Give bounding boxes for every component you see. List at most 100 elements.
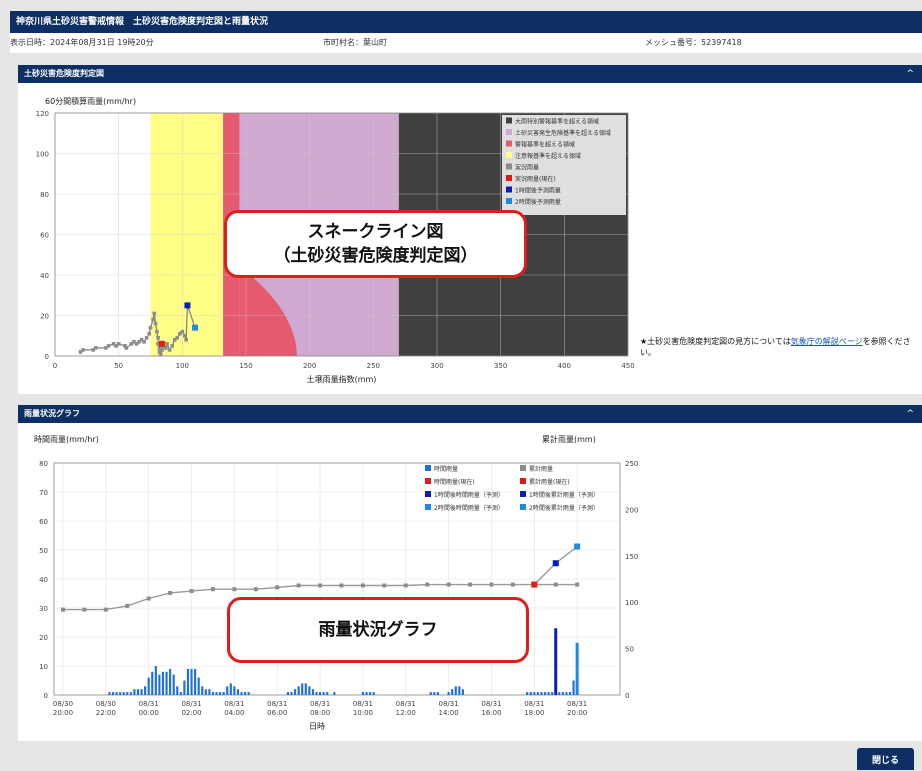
rain-section-header[interactable]: 雨量状況グラフ ^ bbox=[18, 405, 922, 423]
forecast-1h-point bbox=[184, 302, 191, 309]
forecast-1h-cumulative-point bbox=[552, 560, 559, 567]
cumulative-rain-point bbox=[189, 589, 194, 594]
legend-swatch bbox=[425, 478, 431, 484]
legend-label: 大雨特別警報基準を超える領域 bbox=[515, 118, 599, 126]
hourly-rain-bar bbox=[165, 671, 168, 695]
hourly-rain-bar bbox=[308, 686, 311, 695]
hourly-rain-bar bbox=[108, 692, 111, 695]
hourly-rain-bar bbox=[315, 692, 318, 695]
y-tick-label: 60 bbox=[39, 518, 48, 526]
hourly-rain-bar bbox=[144, 686, 147, 695]
legend-swatch bbox=[506, 152, 512, 158]
legend-swatch bbox=[506, 198, 512, 204]
cumulative-rain-point bbox=[318, 583, 323, 588]
hourly-rain-bar bbox=[244, 692, 247, 695]
x-tick-date: 08/31 bbox=[567, 700, 587, 708]
municipality: 市町村名：葉山町 bbox=[323, 38, 387, 47]
hourly-rain-bar bbox=[533, 692, 536, 695]
current-rain-point bbox=[158, 340, 165, 347]
y-axis-label: 60分間積算雨量(mm/hr) bbox=[45, 96, 136, 106]
x-tick-label: 300 bbox=[430, 362, 443, 370]
cumulative-rain-point bbox=[210, 587, 215, 592]
hourly-rain-bar bbox=[226, 686, 229, 695]
legend-label: 実況雨量(現在) bbox=[515, 175, 556, 183]
y-tick-label: 100 bbox=[36, 151, 49, 159]
observed-rain-point bbox=[152, 311, 157, 316]
rain-section-title: 雨量状況グラフ bbox=[24, 409, 80, 418]
close-button[interactable]: 閉じる bbox=[857, 748, 914, 770]
y2-tick-label: 0 bbox=[625, 692, 629, 700]
legend-label: 1時間後予測雨量 bbox=[515, 187, 561, 195]
legend-label: 実況雨量 bbox=[515, 164, 539, 172]
forecast-2h-point bbox=[192, 324, 199, 331]
observed-rain-point bbox=[158, 352, 163, 356]
hourly-rain-bar bbox=[179, 692, 182, 695]
legend-label: 時間雨量 bbox=[434, 465, 458, 473]
x-axis-label: 日時 bbox=[309, 722, 325, 731]
legend-label: 1時間後時間雨量（予測） bbox=[434, 491, 504, 499]
hourly-rain-bar bbox=[122, 692, 125, 695]
hourly-rain-bar bbox=[454, 686, 457, 695]
x-tick-label: 50 bbox=[114, 362, 123, 370]
note-text: ★土砂災害危険度判定図の見方については bbox=[640, 337, 791, 346]
hourly-rain-bar bbox=[311, 689, 315, 695]
x-tick-time: 08:00 bbox=[310, 709, 330, 717]
hourly-rain-bar bbox=[147, 677, 150, 695]
cumulative-rain-point bbox=[168, 590, 173, 595]
hourly-rain-bar bbox=[229, 683, 232, 695]
legend-swatch bbox=[520, 491, 526, 497]
hourly-rain-bar bbox=[301, 683, 304, 695]
observed-rain-point bbox=[151, 317, 155, 322]
hourly-rain-bar bbox=[561, 692, 564, 695]
legend-swatch bbox=[520, 504, 526, 510]
forecast-1h-bar bbox=[554, 628, 558, 695]
y2-tick-label: 200 bbox=[625, 506, 638, 514]
x-tick-label: 450 bbox=[621, 362, 634, 370]
jma-guide-link[interactable]: 気象庁の解説ページ bbox=[791, 337, 863, 346]
x-tick-time: 12:00 bbox=[396, 709, 416, 717]
legend-label: 警報基準を超える領域 bbox=[515, 141, 575, 149]
observed-rain-point bbox=[124, 346, 129, 350]
x-tick-label: 350 bbox=[494, 362, 507, 370]
x-tick-date: 08/30 bbox=[96, 700, 116, 708]
legend-swatch bbox=[506, 129, 512, 135]
y-tick-label: 120 bbox=[36, 110, 49, 118]
hourly-rain-bar bbox=[529, 692, 532, 695]
hourly-rain-bar bbox=[297, 686, 300, 695]
x-tick-date: 08/31 bbox=[310, 700, 330, 708]
hourly-rain-bar bbox=[536, 692, 539, 695]
y-tick-label: 20 bbox=[40, 313, 49, 321]
y-tick-label: 80 bbox=[40, 191, 49, 199]
observed-rain-point bbox=[147, 331, 152, 336]
y-tick-label: 50 bbox=[39, 547, 48, 555]
hourly-rain-bar bbox=[233, 686, 236, 695]
y2-tick-label: 50 bbox=[625, 646, 634, 654]
collapse-chevron-icon[interactable]: ^ bbox=[906, 65, 914, 83]
hourly-rain-bar bbox=[290, 692, 293, 695]
observed-rain-point bbox=[148, 325, 153, 330]
cumulative-rain-point bbox=[575, 582, 580, 587]
hourly-rain-bar bbox=[526, 692, 529, 695]
hourly-rain-bar bbox=[219, 692, 222, 695]
legend-label: 時間雨量(現在) bbox=[434, 478, 475, 486]
legend-swatch bbox=[425, 465, 431, 471]
cumulative-rain-point bbox=[61, 607, 65, 612]
observed-rain-point bbox=[153, 321, 158, 326]
hourly-rain-bar bbox=[236, 689, 240, 695]
hourly-rain-bar bbox=[319, 692, 322, 695]
hourly-rain-bar bbox=[540, 692, 543, 695]
x-tick-label: 200 bbox=[303, 362, 316, 370]
hourly-rain-bar bbox=[572, 680, 575, 695]
snake-section-header[interactable]: 土砂災害危険度判定図 ^ bbox=[18, 65, 922, 83]
x-tick-date: 08/31 bbox=[139, 700, 159, 708]
y-tick-label: 40 bbox=[40, 272, 49, 280]
cumulative-rain-point bbox=[489, 582, 494, 587]
hourly-rain-bar bbox=[190, 668, 193, 695]
hourly-rain-bar bbox=[119, 692, 122, 695]
info-bar: 表示日時：2024年08月31日 19時20分 市町村名：葉山町 メッシュ番号：… bbox=[10, 33, 922, 53]
observed-rain-point bbox=[180, 329, 185, 334]
hourly-rain-bar bbox=[211, 692, 215, 695]
legend-swatch bbox=[520, 465, 526, 471]
collapse-chevron-icon[interactable]: ^ bbox=[906, 405, 914, 423]
hourly-rain-bar bbox=[436, 692, 439, 695]
